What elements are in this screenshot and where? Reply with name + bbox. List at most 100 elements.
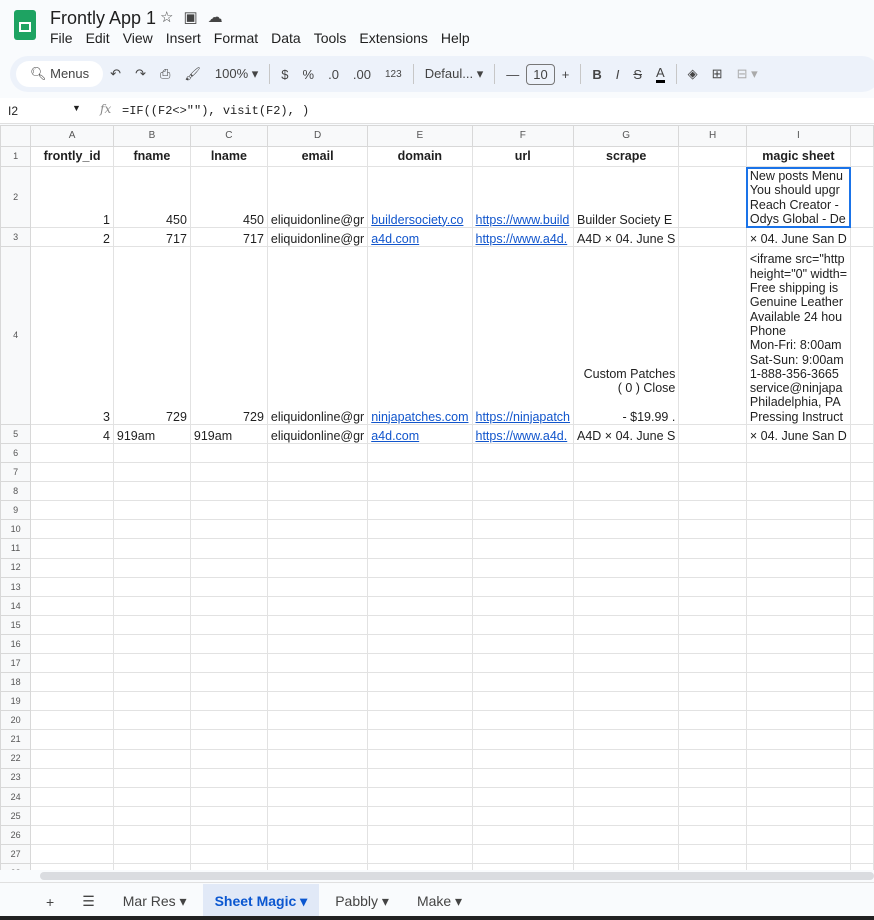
cell[interactable] — [850, 462, 874, 483]
cell[interactable]: <iframe src="http height="0" width= Free… — [745, 246, 852, 425]
cell[interactable] — [30, 576, 114, 597]
cell[interactable] — [745, 462, 852, 483]
cell[interactable] — [367, 595, 473, 616]
cell[interactable] — [471, 500, 575, 521]
row-header[interactable]: 22 — [0, 748, 32, 769]
cell[interactable] — [266, 595, 369, 616]
cell[interactable] — [471, 557, 575, 578]
cell[interactable] — [573, 614, 680, 635]
cell[interactable] — [30, 786, 114, 807]
cell[interactable] — [678, 538, 747, 559]
cell[interactable]: frontly_id — [30, 146, 114, 167]
row-header[interactable]: 2 — [0, 166, 32, 228]
cell[interactable] — [850, 805, 874, 826]
cell[interactable]: 717 — [112, 227, 191, 247]
cell[interactable] — [367, 442, 473, 464]
cell[interactable] — [850, 538, 874, 559]
cell[interactable] — [850, 767, 874, 788]
cell[interactable] — [678, 767, 747, 788]
cell[interactable] — [850, 691, 874, 712]
menu-tools[interactable]: Tools — [314, 30, 347, 46]
cell[interactable] — [30, 633, 114, 655]
cell[interactable] — [112, 767, 191, 788]
cell[interactable] — [30, 672, 114, 693]
cell[interactable]: scrape — [573, 146, 680, 167]
cell[interactable] — [678, 424, 747, 444]
cell[interactable] — [850, 442, 874, 464]
cell[interactable] — [471, 672, 575, 693]
cell[interactable] — [30, 500, 114, 521]
cell[interactable] — [678, 519, 747, 540]
cell[interactable] — [573, 863, 680, 870]
cell[interactable] — [266, 462, 369, 483]
cell[interactable] — [745, 805, 852, 826]
cell[interactable] — [573, 710, 680, 731]
cell[interactable] — [189, 614, 268, 635]
cell[interactable]: A4D × 04. June S — [573, 424, 680, 444]
cell[interactable] — [745, 538, 852, 559]
cell[interactable] — [266, 442, 369, 464]
cell[interactable] — [367, 538, 473, 559]
cell[interactable] — [471, 481, 575, 502]
cell[interactable] — [30, 710, 114, 731]
column-header[interactable]: I — [745, 125, 852, 147]
cell[interactable] — [745, 786, 852, 807]
cell[interactable] — [30, 729, 114, 750]
cell[interactable]: buildersociety.co — [367, 166, 473, 228]
cell[interactable] — [573, 653, 680, 674]
cell[interactable] — [266, 729, 369, 750]
cell[interactable] — [678, 633, 747, 655]
cell[interactable] — [266, 843, 369, 865]
cell[interactable]: New posts Menu You should upgr Reach Cre… — [745, 166, 852, 228]
cell[interactable] — [367, 767, 473, 788]
cell[interactable] — [745, 843, 852, 865]
select-all-corner[interactable] — [0, 125, 32, 147]
cell[interactable] — [678, 442, 747, 464]
cell[interactable] — [189, 843, 268, 865]
cell[interactable] — [367, 557, 473, 578]
cell[interactable] — [189, 767, 268, 788]
cell[interactable] — [573, 576, 680, 597]
currency-button[interactable]: $ — [281, 67, 288, 82]
cell[interactable]: fname — [112, 146, 191, 167]
cell[interactable] — [678, 166, 747, 228]
cell[interactable]: https://ninjapatch — [471, 246, 575, 425]
sheet-tab-sheet-magic[interactable]: Sheet Magic ▾ — [202, 884, 320, 919]
cell[interactable] — [471, 462, 575, 483]
row-header[interactable]: 11 — [0, 538, 32, 559]
redo-icon[interactable]: ↷ — [135, 66, 146, 82]
cell[interactable] — [30, 691, 114, 712]
cell[interactable] — [189, 576, 268, 597]
column-header[interactable]: F — [471, 125, 575, 147]
undo-icon[interactable]: ↶ — [110, 66, 121, 82]
cell[interactable] — [850, 824, 874, 845]
cell[interactable] — [471, 729, 575, 750]
cell[interactable] — [367, 824, 473, 845]
cell[interactable] — [367, 843, 473, 865]
menu-edit[interactable]: Edit — [86, 30, 110, 46]
cell[interactable] — [266, 691, 369, 712]
cell[interactable] — [189, 672, 268, 693]
italic-button[interactable]: I — [616, 67, 620, 82]
cell[interactable] — [189, 633, 268, 655]
cell[interactable] — [189, 863, 268, 870]
cell[interactable] — [678, 227, 747, 247]
cell[interactable] — [30, 538, 114, 559]
zoom-select[interactable]: 100% ▾ — [215, 66, 258, 82]
cell[interactable] — [471, 824, 575, 845]
cell[interactable] — [112, 805, 191, 826]
row-header[interactable]: 24 — [0, 786, 32, 807]
column-header[interactable]: A — [30, 125, 114, 147]
cell[interactable] — [112, 843, 191, 865]
cell[interactable] — [189, 824, 268, 845]
cell[interactable] — [573, 824, 680, 845]
cell[interactable] — [745, 442, 852, 464]
cell[interactable] — [573, 519, 680, 540]
cell[interactable] — [745, 557, 852, 578]
cell[interactable]: eliquidonline@gr — [266, 166, 369, 228]
cell[interactable] — [678, 786, 747, 807]
cell[interactable] — [850, 519, 874, 540]
row-header[interactable]: 4 — [0, 246, 32, 425]
cell[interactable] — [745, 748, 852, 769]
row-header[interactable]: 8 — [0, 481, 32, 502]
